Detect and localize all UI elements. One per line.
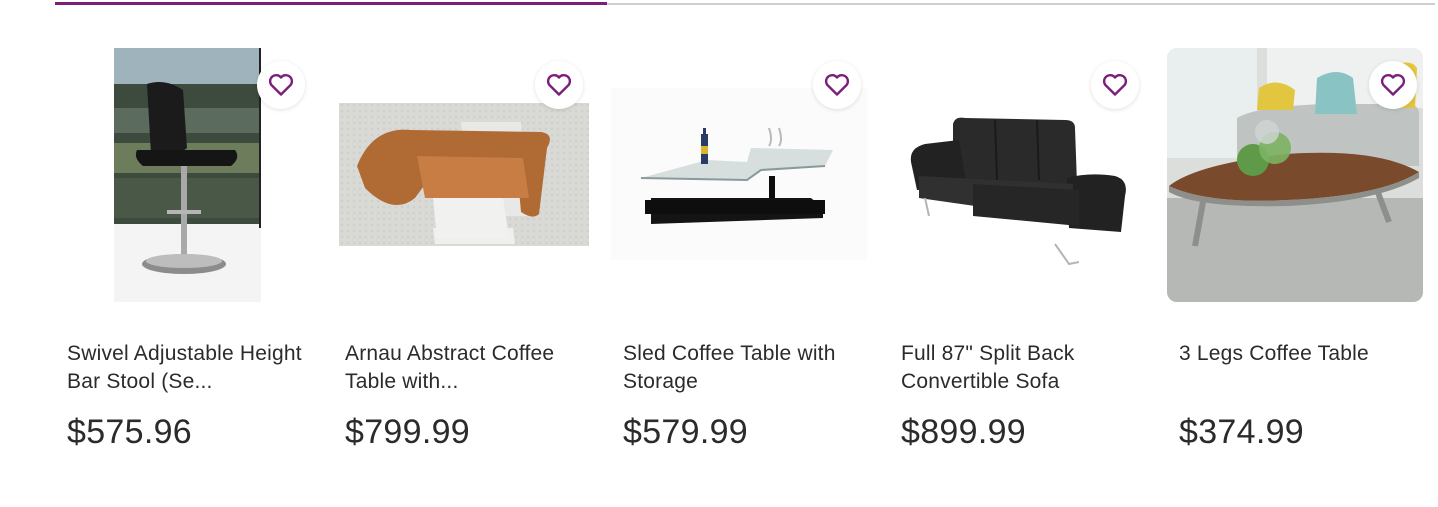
heart-icon — [1380, 73, 1406, 96]
product-title[interactable]: Sled Coffee Table with Storage — [623, 340, 863, 396]
product-title[interactable]: Swivel Adjustable Height Bar Stool (Se..… — [67, 340, 307, 396]
wishlist-button[interactable] — [813, 61, 861, 109]
product-price: $579.99 — [623, 413, 749, 451]
product-card[interactable]: Swivel Adjustable Height Bar Stool (Se..… — [55, 48, 311, 452]
product-title[interactable]: 3 Legs Coffee Table — [1179, 340, 1419, 396]
carousel-progress-track — [55, 2, 1435, 5]
wishlist-button[interactable] — [535, 61, 583, 109]
product-price: $799.99 — [345, 413, 471, 451]
product-card[interactable]: Arnau Abstract Coffee Table with... $799… — [333, 48, 589, 452]
heart-icon — [824, 73, 850, 96]
wishlist-button[interactable] — [1369, 61, 1417, 109]
carousel-progress-fill — [55, 2, 607, 5]
product-card[interactable]: Sled Coffee Table with Storage $579.99 — [611, 48, 867, 452]
product-image[interactable] — [1167, 48, 1423, 302]
product-price: $899.99 — [901, 413, 1027, 451]
product-title[interactable]: Full 87" Split Back Convertible Sofa — [901, 340, 1141, 396]
product-price: $374.99 — [1179, 413, 1305, 451]
product-image[interactable] — [55, 48, 311, 302]
product-image[interactable] — [889, 48, 1145, 302]
product-title[interactable]: Arnau Abstract Coffee Table with... — [345, 340, 585, 396]
heart-icon — [1102, 73, 1128, 96]
wishlist-button[interactable] — [257, 61, 305, 109]
product-price: $575.96 — [67, 413, 193, 451]
heart-icon — [546, 73, 572, 96]
product-card[interactable]: Full 87" Split Back Convertible Sofa $89… — [889, 48, 1145, 452]
product-card[interactable]: 3 Legs Coffee Table $374.99 — [1167, 48, 1423, 452]
wishlist-button[interactable] — [1091, 61, 1139, 109]
product-image[interactable] — [611, 48, 867, 302]
product-carousel: Swivel Adjustable Height Bar Stool (Se..… — [55, 48, 1423, 452]
heart-icon — [268, 73, 294, 96]
product-image[interactable] — [333, 48, 589, 302]
